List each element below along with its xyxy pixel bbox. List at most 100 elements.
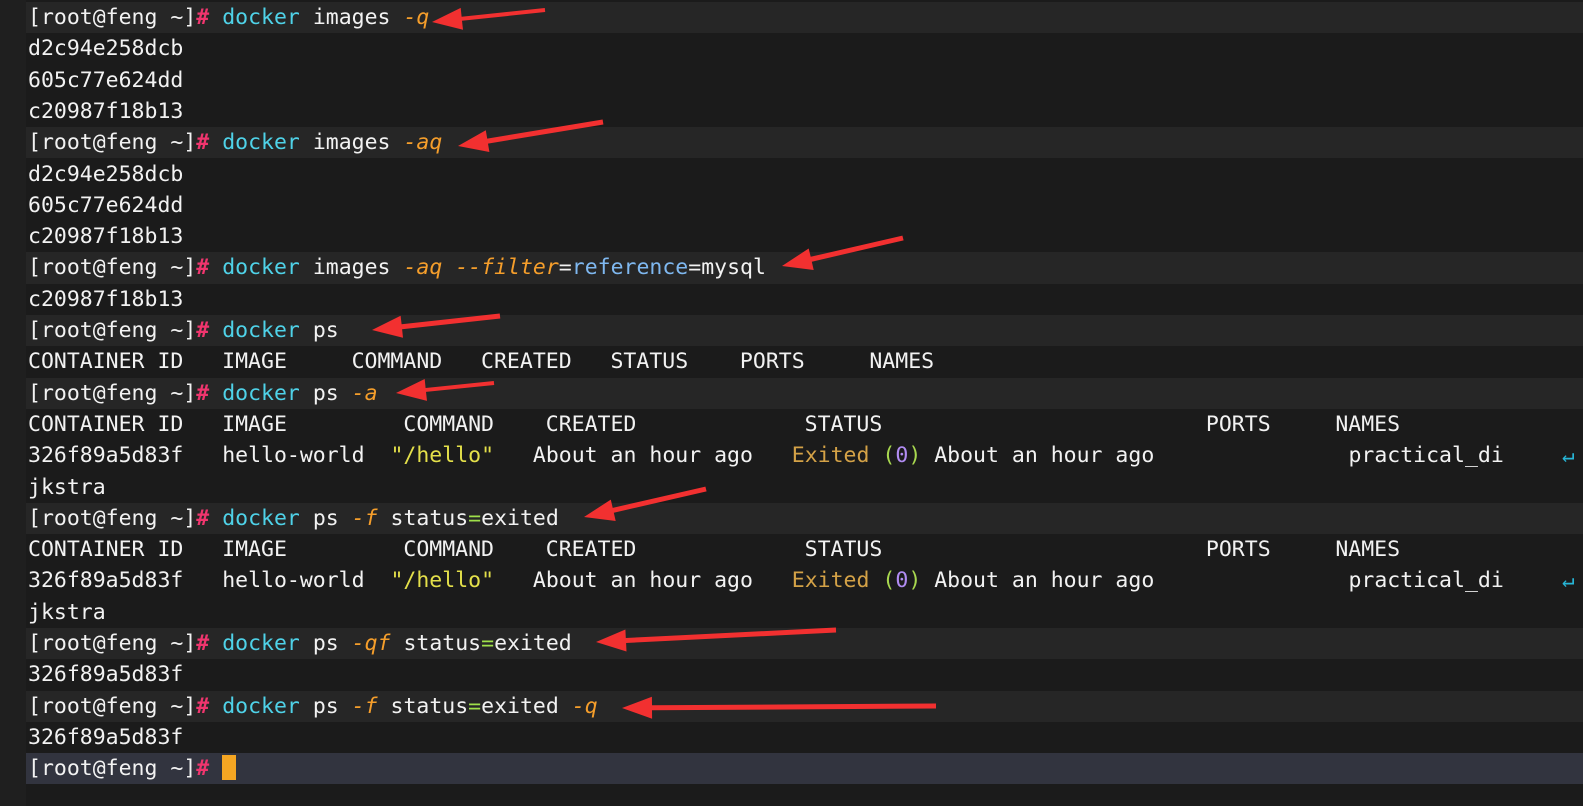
container-image: hello-world	[222, 443, 365, 469]
output-text: 326f89a5d83f	[28, 662, 184, 688]
filter-expr-equals: =	[468, 505, 482, 531]
command-flag: -f	[351, 505, 378, 531]
container-status-open-paren: (	[882, 568, 896, 594]
table-header-text: CONTAINER ID IMAGE COMMAND CREATED STATU…	[28, 349, 935, 375]
shell-prompt-sigil: #	[196, 631, 210, 656]
filter-value: mysql	[701, 255, 766, 281]
container-status-rest: About an hour ago	[934, 443, 1155, 469]
table-header-row: CONTAINER ID IMAGE COMMAND CREATED STATU…	[0, 534, 1583, 566]
output-text: c20987f18b13	[28, 98, 184, 124]
container-status-word: Exited	[791, 443, 870, 469]
filter-expr-equals: =	[468, 693, 482, 719]
output-line: jkstra	[0, 596, 1583, 628]
container-table-row: 326f89a5d83f hello-world "/hello" About …	[0, 440, 1583, 472]
command-name: docker	[222, 693, 300, 719]
output-text: d2c94e258dcb	[28, 36, 184, 62]
output-line: d2c94e258dcb	[0, 158, 1583, 190]
text-cursor	[222, 755, 237, 781]
output-line: c20987f18b13	[0, 95, 1583, 128]
command-name: docker	[222, 505, 300, 531]
shell-prompt-sigil: #	[196, 130, 210, 156]
output-text: jkstra	[28, 474, 106, 500]
command-name: docker	[222, 5, 300, 30]
line-wrap-indicator-icon: ↵	[1562, 568, 1575, 593]
output-text: c20987f18b13	[28, 224, 184, 250]
output-text: 605c77e624dd	[28, 67, 184, 93]
table-header-row: CONTAINER ID IMAGE COMMAND CREATED STATU…	[0, 346, 1583, 378]
filter-key: reference	[571, 255, 689, 281]
shell-prompt-user: [root@feng ~]	[28, 255, 197, 281]
container-status-code: 0	[895, 443, 909, 469]
table-header-row: CONTAINER ID IMAGE COMMAND CREATED STATU…	[0, 408, 1583, 441]
container-command: "/hello"	[390, 568, 495, 594]
command-flag: -q	[403, 5, 430, 30]
output-text: d2c94e258dcb	[28, 161, 184, 187]
container-image: hello-world	[222, 568, 365, 594]
command-subcommand: images	[312, 255, 391, 281]
command-flag: -qf	[351, 631, 391, 656]
filter-expr-equals: =	[481, 631, 495, 656]
line-wrap-indicator-icon: ↵	[1562, 443, 1575, 468]
filter-expr-value: exited	[494, 631, 572, 656]
shell-prompt-sigil: #	[196, 318, 210, 343]
command-flag: -a	[351, 380, 378, 406]
fold-gutter	[0, 0, 26, 806]
container-names: practical_di	[1348, 443, 1504, 469]
command-name: docker	[222, 255, 300, 281]
container-names: practical_di	[1348, 568, 1504, 594]
command-line: [root@feng ~]# docker ps	[0, 315, 1583, 347]
container-status-open-paren: (	[882, 443, 896, 469]
command-line: [root@feng ~]# docker ps -a	[0, 377, 1583, 409]
container-status-code: 0	[895, 568, 909, 594]
container-command: "/hello"	[390, 443, 495, 469]
command-subcommand: images	[312, 5, 391, 30]
container-status-rest: About an hour ago	[934, 568, 1155, 594]
shell-prompt-sigil: #	[196, 505, 210, 531]
terminal-window[interactable]: [root@feng ~]# docker images -q d2c94e258…	[0, 0, 1583, 806]
shell-prompt-user: [root@feng ~]	[28, 380, 197, 406]
output-line: c20987f18b13	[0, 221, 1583, 253]
command-filter-flag: --filter	[455, 255, 559, 281]
shell-prompt-sigil: #	[196, 693, 210, 719]
output-line: jkstra	[0, 471, 1583, 503]
filter-expr-value: exited	[481, 693, 559, 719]
shell-prompt-sigil: #	[196, 756, 210, 782]
container-id: 326f89a5d83f	[28, 443, 184, 469]
filter-expr-value: exited	[481, 505, 559, 531]
container-status-close-paren: )	[908, 568, 922, 594]
output-line: 326f89a5d83f	[0, 659, 1583, 691]
active-prompt-line: [root@feng ~]#	[0, 753, 1583, 785]
output-line: c20987f18b13	[0, 283, 1583, 315]
shell-prompt-user: [root@feng ~]	[28, 318, 197, 343]
filter-expr-key: status	[390, 693, 469, 719]
shell-prompt-user: [root@feng ~]	[28, 5, 197, 30]
command-name: docker	[222, 318, 300, 343]
command-name: docker	[222, 380, 300, 406]
command-name: docker	[222, 130, 300, 156]
command-subcommand: images	[312, 130, 391, 156]
shell-prompt-user: [root@feng ~]	[28, 693, 197, 719]
command-subcommand: ps	[312, 318, 339, 343]
output-line: 326f89a5d83f	[0, 721, 1583, 754]
command-subcommand: ps	[312, 693, 339, 719]
command-line: [root@feng ~]# docker ps -qf status=exit…	[0, 628, 1583, 660]
command-flag-trailing: -q	[571, 693, 598, 719]
filter-expr-key: status	[403, 631, 482, 656]
command-flag: -aq	[403, 255, 443, 281]
shell-prompt-user: [root@feng ~]	[28, 756, 197, 782]
command-subcommand: ps	[312, 380, 339, 406]
container-created: About an hour ago	[532, 443, 753, 469]
container-created: About an hour ago	[532, 568, 753, 594]
command-subcommand: ps	[312, 505, 339, 531]
container-status-close-paren: )	[908, 443, 922, 469]
table-header-text: CONTAINER ID IMAGE COMMAND CREATED STATU…	[28, 411, 1401, 437]
output-line: 605c77e624dd	[0, 189, 1583, 222]
command-flag: -f	[351, 693, 378, 719]
shell-prompt-sigil: #	[196, 5, 210, 30]
output-text: c20987f18b13	[28, 286, 184, 312]
shell-prompt-sigil: #	[196, 255, 210, 281]
shell-prompt-sigil: #	[196, 380, 210, 406]
container-table-row: 326f89a5d83f hello-world "/hello" About …	[0, 565, 1583, 597]
table-header-text: CONTAINER ID IMAGE COMMAND CREATED STATU…	[28, 537, 1401, 563]
filter-expr-key: status	[390, 505, 469, 531]
